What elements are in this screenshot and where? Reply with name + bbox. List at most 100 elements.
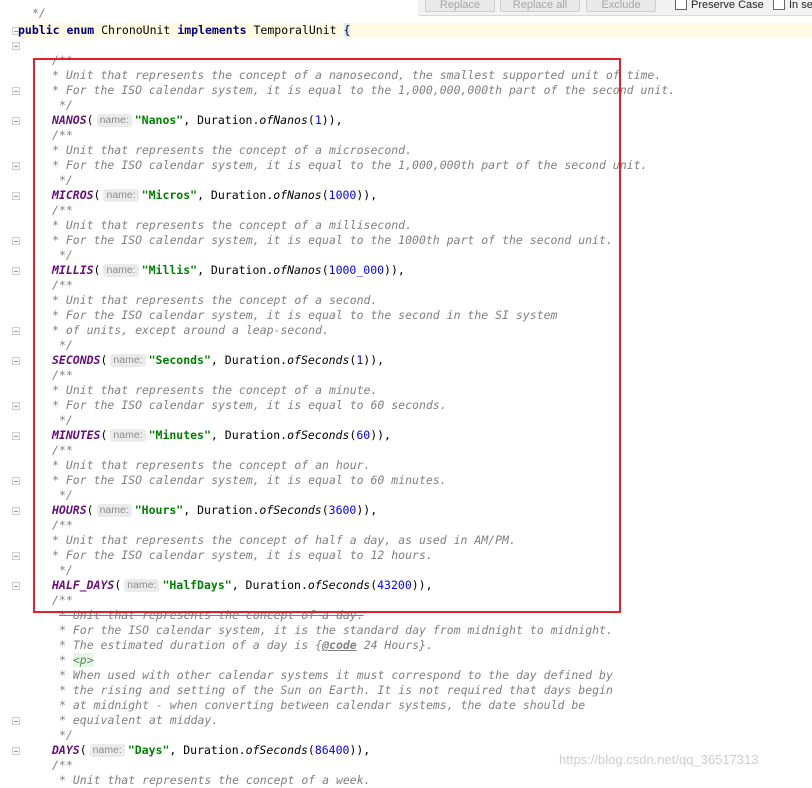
fold-toggle-icon[interactable] bbox=[12, 432, 20, 440]
enum-constant-line[interactable]: MICROS(name: "Micros", Duration.ofNanos(1… bbox=[52, 188, 377, 203]
doc-close: */ bbox=[59, 98, 73, 112]
doc-comment-open[interactable]: /** bbox=[52, 203, 73, 218]
enum-constant-line[interactable]: NANOS(name: "Nanos", Duration.ofNanos(1))… bbox=[52, 113, 343, 128]
fold-toggle-icon[interactable] bbox=[12, 552, 20, 560]
doc-comment-line[interactable]: * For the ISO calendar system, it is equ… bbox=[52, 158, 647, 173]
doc-comment-line[interactable]: * equivalent at midday. bbox=[59, 713, 218, 728]
doc-comment-open[interactable]: /** bbox=[52, 128, 73, 143]
number-literal: 1 bbox=[314, 113, 322, 127]
checkbox-icon[interactable] bbox=[675, 0, 687, 10]
doc-comment-line[interactable]: * Unit that represents the concept of ha… bbox=[52, 533, 516, 548]
doc-comment-line[interactable]: * For the ISO calendar system, it is equ… bbox=[52, 233, 613, 248]
fold-toggle-icon[interactable] bbox=[12, 747, 20, 755]
number-literal: 1000 bbox=[328, 188, 357, 202]
doc-comment-line[interactable]: * For the ISO calendar system, it is equ… bbox=[52, 83, 675, 98]
enum-constant-line[interactable]: MINUTES(name: "Minutes", Duration.ofSecon… bbox=[52, 428, 391, 443]
doc-comment-open[interactable]: /** bbox=[52, 53, 73, 68]
method-name: ofSeconds bbox=[287, 428, 350, 442]
fold-toggle-icon[interactable] bbox=[12, 87, 20, 95]
doc-comment-close[interactable]: */ bbox=[59, 338, 73, 353]
code-editor[interactable]: */ public enum ChronoUnit implements Tem… bbox=[18, 6, 812, 787]
number-literal: 86400 bbox=[314, 743, 350, 757]
param-name-hint: name: bbox=[110, 429, 146, 442]
doc-comment-open[interactable]: /** bbox=[52, 443, 73, 458]
doc-comment-line[interactable]: * Unit that represents the concept of a … bbox=[52, 383, 377, 398]
doc-comment-line[interactable]: * <p> bbox=[59, 653, 94, 668]
fold-toggle-icon[interactable] bbox=[12, 477, 20, 485]
method-name: ofNanos bbox=[273, 263, 322, 277]
replace-button[interactable]: Replace bbox=[425, 0, 495, 12]
doc-comment-line[interactable]: * For the ISO calendar system, it is equ… bbox=[52, 473, 447, 488]
method-name: ofSeconds bbox=[287, 353, 350, 367]
doc-text: * The estimated duration of a day is { bbox=[59, 638, 323, 652]
in-selection-checkbox[interactable]: In se bbox=[773, 0, 812, 11]
fold-toggle-icon[interactable] bbox=[12, 327, 20, 335]
doc-comment-line[interactable]: * For the ISO calendar system, it is equ… bbox=[52, 398, 447, 413]
doc-close: */ bbox=[59, 728, 73, 742]
enum-constant-name: SECONDS bbox=[52, 353, 101, 367]
doc-comment-line[interactable]: * the rising and setting of the Sun on E… bbox=[59, 683, 613, 698]
fold-toggle-icon[interactable] bbox=[12, 42, 20, 50]
checkbox-icon[interactable] bbox=[773, 0, 785, 10]
fold-toggle-icon[interactable] bbox=[12, 117, 20, 125]
number-literal: 3600 bbox=[328, 503, 357, 517]
enum-constant-line[interactable]: DAYS(name: "Days", Duration.ofSeconds(864… bbox=[52, 743, 370, 758]
doc-comment-open[interactable]: /** bbox=[52, 518, 73, 533]
fold-toggle-icon[interactable] bbox=[12, 357, 20, 365]
preserve-case-label: Preserve Case bbox=[691, 0, 764, 11]
fold-toggle-icon[interactable] bbox=[12, 402, 20, 410]
doc-comment-line[interactable]: * Unit that represents the concept of a … bbox=[52, 218, 412, 233]
doc-comment-open[interactable]: /** bbox=[52, 278, 73, 293]
doc-text: * Unit that represents the concept of a … bbox=[59, 773, 371, 787]
doc-comment-line[interactable]: * Unit that represents the concept of a … bbox=[52, 68, 661, 83]
doc-close: */ bbox=[59, 173, 73, 187]
class-duration: Duration bbox=[210, 188, 267, 202]
fold-toggle-icon[interactable] bbox=[12, 507, 20, 515]
doc-comment-line[interactable]: * Unit that represents the concept of a … bbox=[52, 143, 412, 158]
class-duration: Duration bbox=[224, 353, 281, 367]
doc-comment-line[interactable]: * Unit that represents the concept of an… bbox=[52, 458, 371, 473]
exclude-button[interactable]: Exclude bbox=[586, 0, 656, 12]
doc-comment-open[interactable]: /** bbox=[52, 368, 73, 383]
doc-comment-line[interactable]: * Unit that represents the concept of a … bbox=[52, 293, 377, 308]
doc-open: /** bbox=[52, 128, 73, 142]
enum-constant-line[interactable]: SECONDS(name: "Seconds", Duration.ofSecon… bbox=[52, 353, 384, 368]
enum-constant-name: DAYS bbox=[52, 743, 80, 757]
enum-constant-line[interactable]: MILLIS(name: "Millis", Duration.ofNanos(1… bbox=[52, 263, 405, 278]
doc-text: * Unit that represents the concept of a … bbox=[59, 608, 364, 622]
doc-comment-open[interactable]: /** bbox=[52, 593, 73, 608]
preserve-case-checkbox[interactable]: Preserve Case bbox=[675, 0, 764, 11]
fold-toggle-icon[interactable] bbox=[12, 162, 20, 170]
fold-toggle-icon[interactable] bbox=[12, 582, 20, 590]
replace-all-button[interactable]: Replace all bbox=[500, 0, 580, 12]
fold-toggle-icon[interactable] bbox=[12, 192, 20, 200]
doc-comment-close[interactable]: */ bbox=[59, 98, 73, 113]
doc-text: * Unit that represents the concept of a … bbox=[52, 218, 413, 232]
doc-comment-line[interactable]: * For the ISO calendar system, it is equ… bbox=[52, 548, 433, 563]
doc-comment-line[interactable]: * For the ISO calendar system, it is equ… bbox=[52, 308, 557, 323]
doc-comment-close[interactable]: */ bbox=[59, 728, 73, 743]
doc-comment-close[interactable]: */ bbox=[59, 563, 73, 578]
fold-toggle-icon[interactable] bbox=[12, 237, 20, 245]
doc-comment-close[interactable]: */ bbox=[59, 488, 73, 503]
doc-comment-line[interactable]: * at midnight - when converting between … bbox=[59, 698, 585, 713]
editor-gutter bbox=[0, 15, 20, 781]
fold-toggle-icon[interactable] bbox=[12, 717, 20, 725]
enum-constant-line[interactable]: HALF_DAYS(name: "HalfDays", Duration.ofSe… bbox=[52, 578, 433, 593]
doc-comment-line[interactable]: * The estimated duration of a day is {@c… bbox=[59, 638, 433, 653]
doc-text: * at midnight - when converting between … bbox=[59, 698, 586, 712]
doc-comment-line[interactable]: * Unit that represents the concept of a … bbox=[59, 608, 364, 623]
doc-comment-open[interactable]: /** bbox=[52, 758, 73, 773]
doc-text: * For the ISO calendar system, it is equ… bbox=[52, 308, 558, 322]
doc-comment-close[interactable]: */ bbox=[59, 413, 73, 428]
class-duration: Duration bbox=[224, 428, 281, 442]
enum-declaration-line[interactable]: public enum ChronoUnit implements Tempor… bbox=[18, 23, 812, 38]
doc-comment-line[interactable]: * For the ISO calendar system, it is the… bbox=[59, 623, 613, 638]
enum-constant-line[interactable]: HOURS(name: "Hours", Duration.ofSeconds(3… bbox=[52, 503, 377, 518]
fold-toggle-icon[interactable] bbox=[12, 267, 20, 275]
doc-comment-close[interactable]: */ bbox=[59, 248, 73, 263]
param-name-hint: name: bbox=[89, 744, 125, 757]
doc-comment-close[interactable]: */ bbox=[59, 173, 73, 188]
doc-comment-line[interactable]: * of units, except around a leap-second. bbox=[52, 323, 329, 338]
doc-comment-line[interactable]: * When used with other calendar systems … bbox=[59, 668, 613, 683]
